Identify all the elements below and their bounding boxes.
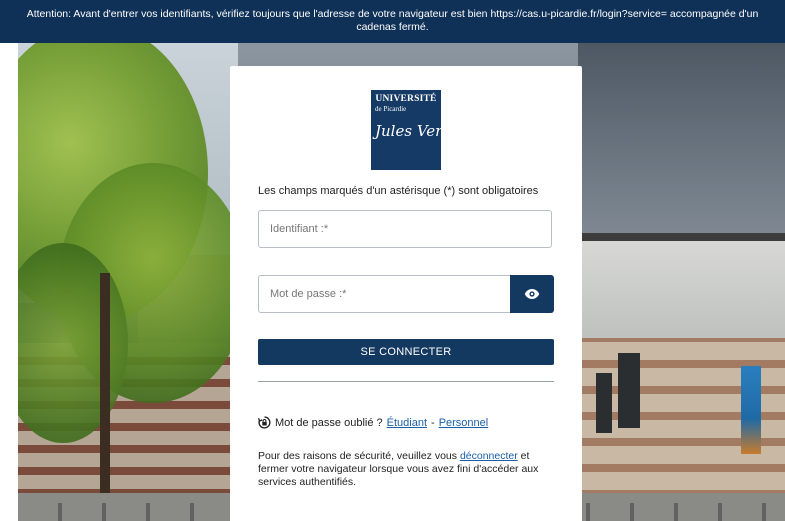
- username-input[interactable]: [259, 211, 551, 247]
- lock-reset-icon: [258, 416, 271, 429]
- staff-reset-link[interactable]: Personnel: [439, 417, 489, 429]
- student-reset-link[interactable]: Étudiant: [387, 417, 427, 429]
- forgot-password-label: Mot de passe oublié ?: [275, 416, 383, 429]
- divider: [258, 381, 554, 382]
- show-password-button[interactable]: [510, 275, 554, 313]
- password-field[interactable]: [258, 275, 510, 313]
- security-text-before: Pour des raisons de sécurité, veuillez v…: [258, 450, 458, 462]
- security-warning-banner: Attention: Avant d'entrer vos identifian…: [0, 0, 785, 43]
- banner-text: Attention: Avant d'entrer vos identifian…: [26, 8, 759, 33]
- required-fields-note: Les champs marqués d'un astérisque (*) s…: [258, 185, 539, 197]
- forgot-password-row: Mot de passe oublié ? Étudiant - Personnel: [258, 416, 488, 429]
- university-logo: UNIVERSITÉ de Picardie Jules Verne: [371, 90, 461, 170]
- logo-university-text: UNIVERSITÉ: [375, 94, 437, 104]
- login-submit-button[interactable]: SE CONNECTER: [258, 339, 554, 365]
- login-card: UNIVERSITÉ de Picardie Jules Verne Les c…: [230, 66, 582, 521]
- logout-link[interactable]: déconnecter: [460, 450, 518, 462]
- login-page: Attention: Avant d'entrer vos identifian…: [0, 0, 785, 521]
- logo-signature: Jules Verne: [375, 122, 461, 140]
- logo-picardie-text: de Picardie: [375, 105, 407, 113]
- eye-icon: [524, 289, 540, 299]
- username-field[interactable]: [258, 210, 552, 248]
- password-input[interactable]: [259, 276, 510, 312]
- link-separator: -: [431, 416, 435, 429]
- security-notice: Pour des raisons de sécurité, veuillez v…: [258, 450, 558, 489]
